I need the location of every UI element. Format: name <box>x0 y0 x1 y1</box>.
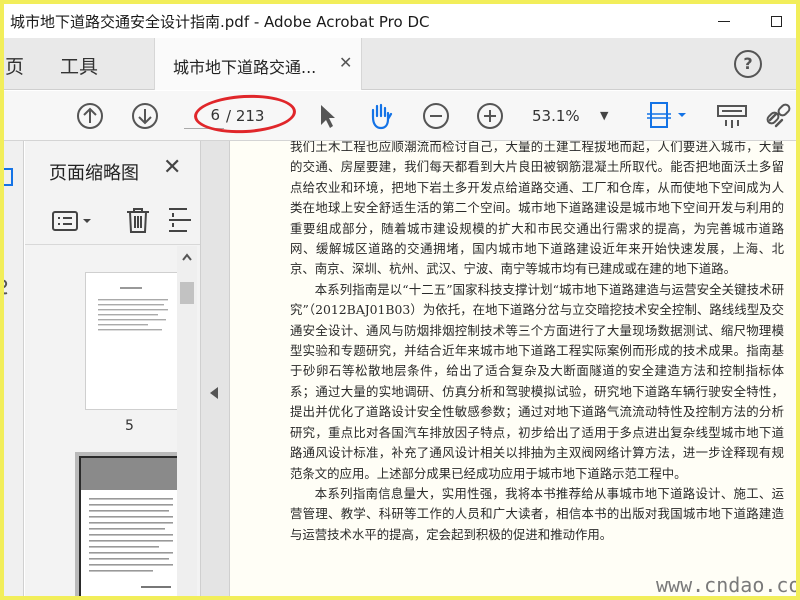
tab-document-label: 城市地下道路交通... <box>173 58 317 77</box>
chevron-down-icon[interactable]: ▼ <box>600 109 608 122</box>
thumbnail-preview <box>81 458 181 588</box>
title-bar: 城市地下道路交通安全设计指南.pdf - Adobe Acrobat Pro D… <box>4 4 796 38</box>
delete-icon[interactable] <box>123 205 153 235</box>
collapse-panel-icon[interactable] <box>210 387 218 399</box>
minimize-button[interactable] <box>704 8 744 34</box>
bookmarks-icon[interactable] <box>0 225 16 255</box>
zoom-in-icon[interactable] <box>474 100 506 132</box>
tab-tools[interactable]: 工具 <box>60 52 98 79</box>
tab-home-label: 主页 <box>4 56 25 78</box>
acrobat-window: 城市地下道路交通安全设计指南.pdf - Adobe Acrobat Pro D… <box>0 0 800 600</box>
watermark: www.cndao.com <box>656 573 796 597</box>
tab-close-icon[interactable]: ✕ <box>339 53 352 72</box>
fit-page-icon[interactable] <box>644 100 690 132</box>
thumbnail-toolbar <box>25 195 200 245</box>
thumbnail-scrollbar[interactable] <box>177 246 197 596</box>
share-link-icon[interactable] <box>764 100 796 132</box>
select-cursor-icon[interactable] <box>310 100 342 132</box>
thumbnail-page[interactable] <box>85 272 179 410</box>
panel-splitter[interactable] <box>200 141 230 596</box>
minimize-icon <box>718 21 730 22</box>
thumbnail-list: 5 <box>25 246 200 596</box>
left-navigation-rail <box>4 141 24 596</box>
options-menu-icon[interactable] <box>51 209 95 233</box>
hand-tool-icon[interactable] <box>364 100 396 132</box>
page-thumbnails-icon[interactable] <box>0 167 16 189</box>
panel-title: 页面缩略图 <box>49 163 139 184</box>
page-down-icon[interactable] <box>129 100 161 132</box>
tab-bar: 主页 工具 城市地下道路交通... ✕ ? <box>4 38 796 90</box>
document-text: 我们土木工程也应顺潮流而检讨自己，大量的土建工程拔地而起，人们要进入城市，大量的… <box>290 141 784 545</box>
page-up-icon[interactable] <box>74 100 106 132</box>
zoom-level[interactable]: 53.1% <box>532 107 580 125</box>
main-toolbar: 6 / 213 53.1% ▼ <box>4 91 796 141</box>
red-annotation-ellipse <box>193 92 297 136</box>
maximize-button[interactable] <box>756 8 796 34</box>
thumbnail-preview <box>98 287 168 331</box>
extract-icon[interactable] <box>165 205 195 235</box>
thumbnail-page-selected[interactable] <box>75 452 187 596</box>
paragraph: 本系列指南信息量大，实用性强，我将本书推荐给从事城市地下道路设计、施工、运营管理… <box>290 485 784 542</box>
attachments-icon[interactable] <box>0 277 16 297</box>
panel-close-icon[interactable]: ✕ <box>163 155 181 180</box>
paragraph: 我们土木工程也应顺潮流而检讨自己，大量的土建工程拔地而起，人们要进入城市，大量的… <box>290 141 784 277</box>
tab-home[interactable]: 主页 <box>4 52 25 79</box>
read-mode-icon[interactable] <box>714 100 750 132</box>
scroll-up-icon[interactable] <box>181 252 193 262</box>
zoom-out-icon[interactable] <box>420 100 452 132</box>
help-icon[interactable]: ? <box>734 50 762 78</box>
tab-document[interactable]: 城市地下道路交通... ✕ <box>154 38 362 90</box>
thumbnail-page-number: 5 <box>125 418 134 434</box>
paragraph: 本系列指南是以“十二五”国家科技支撑计划“城市地下道路建造与运营安全关键技术研究… <box>290 281 784 481</box>
page-thumbnails-panel: 页面缩略图 ✕ 5 <box>25 141 200 596</box>
window-title: 城市地下道路交通安全设计指南.pdf - Adobe Acrobat Pro D… <box>10 13 430 31</box>
document-page: 我们土木工程也应顺潮流而检讨自己，大量的土建工程拔地而起，人们要进入城市，大量的… <box>230 141 796 597</box>
scrollbar-thumb[interactable] <box>180 282 194 304</box>
maximize-icon <box>770 16 782 27</box>
